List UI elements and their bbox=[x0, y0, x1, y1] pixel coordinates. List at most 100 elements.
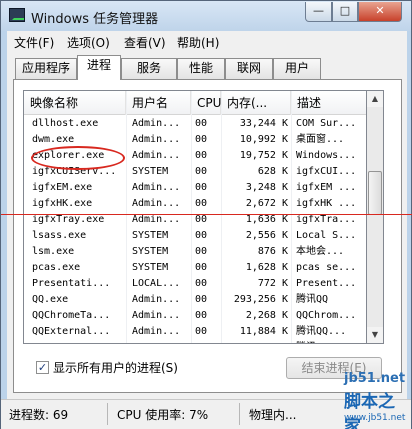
task-manager-icon bbox=[9, 8, 25, 22]
process-description: QQChrom... bbox=[296, 310, 357, 321]
process-name: lsm.exe bbox=[32, 246, 75, 257]
process-memory: 628 K bbox=[257, 166, 288, 177]
tab-processes[interactable]: 进程 bbox=[77, 55, 121, 80]
process-row[interactable]: QQ.exe Admin... 00 293,256 K 腾讯QQ bbox=[24, 292, 366, 308]
process-user: SYSTEM bbox=[132, 166, 169, 177]
process-description: 腾讯QQ... bbox=[296, 326, 347, 337]
annotation-line bbox=[1, 214, 412, 215]
process-user: Admin... bbox=[132, 182, 181, 193]
process-memory: 772 K bbox=[257, 278, 288, 289]
scroll-down-icon[interactable]: ▼ bbox=[367, 327, 383, 343]
menu-help[interactable]: 帮助(H) bbox=[177, 34, 219, 51]
status-separator bbox=[239, 403, 240, 425]
process-row[interactable]: lsass.exe SYSTEM 00 2,556 K Local S... bbox=[24, 228, 366, 244]
status-separator bbox=[107, 403, 108, 425]
process-user: Admin... bbox=[132, 134, 181, 145]
process-user: SYSTEM bbox=[132, 340, 192, 343]
process-row[interactable]: pcas.exe SYSTEM 00 1,628 K pcas se... bbox=[24, 260, 366, 276]
process-cpu: 00 bbox=[195, 150, 208, 161]
process-memory: 2,556 K bbox=[245, 230, 288, 241]
tab-services[interactable]: 服务 bbox=[121, 58, 177, 79]
process-memory: 9,088 K bbox=[220, 340, 288, 343]
process-user: Admin... bbox=[132, 118, 181, 129]
title-bar[interactable]: Windows 任务管理器 — □ ✕ bbox=[1, 1, 411, 31]
process-name: Presentati... bbox=[32, 278, 111, 289]
process-name: igfxHK.exe bbox=[32, 198, 93, 209]
column-header-memory[interactable]: 内存(... bbox=[221, 91, 291, 115]
menu-file[interactable]: 文件(F) bbox=[14, 34, 54, 51]
process-description: igfxHK ... bbox=[296, 198, 357, 209]
watermark-url: www.jb51.net bbox=[344, 413, 406, 423]
process-description: Local S... bbox=[296, 230, 357, 241]
process-description: COM Sur... bbox=[296, 118, 357, 129]
process-name: igfxEM.exe bbox=[32, 182, 93, 193]
process-user: Admin... bbox=[132, 150, 181, 161]
process-cpu: 00 bbox=[195, 262, 208, 273]
scroll-up-icon[interactable]: ▲ bbox=[367, 91, 383, 107]
maximize-button[interactable]: □ bbox=[332, 2, 358, 22]
process-description: igfxEM ... bbox=[296, 182, 357, 193]
process-memory: 19,752 K bbox=[239, 150, 288, 161]
process-row[interactable]: lsm.exe SYSTEM 00 876 K 本地会... bbox=[24, 244, 366, 260]
column-header-cpu[interactable]: CPU bbox=[191, 91, 221, 115]
process-name: QQ.exe bbox=[32, 294, 69, 305]
tab-performance[interactable]: 性能 bbox=[177, 58, 225, 79]
tab-networking[interactable]: 联网 bbox=[225, 58, 273, 79]
process-cpu: 00 bbox=[195, 230, 208, 241]
process-memory: 1,628 K bbox=[245, 262, 288, 273]
process-user: SYSTEM bbox=[132, 262, 169, 273]
menu-view[interactable]: 查看(V) bbox=[124, 34, 166, 51]
process-list[interactable]: 映像名称 用户名 CPU 内存(... 描述 dllhost.exe Admin.… bbox=[23, 90, 367, 344]
process-cpu: 00 bbox=[195, 310, 208, 321]
process-row[interactable]: QQPCRTP.exe SYSTEM00 9,088 K 腾讯... bbox=[24, 340, 366, 343]
scroll-thumb[interactable] bbox=[368, 171, 382, 215]
process-description: 本地会... bbox=[296, 246, 345, 257]
status-process-count: 进程数: 69 bbox=[9, 408, 69, 422]
vertical-scrollbar[interactable]: ▲ ▼ bbox=[367, 90, 384, 344]
process-user: Admin... bbox=[132, 294, 181, 305]
show-all-users-label[interactable]: 显示所有用户的进程(S) bbox=[53, 359, 178, 376]
process-user: LOCAL... bbox=[132, 278, 181, 289]
process-description: igfxCUI... bbox=[296, 166, 357, 177]
process-row[interactable]: Presentati... LOCAL... 00 772 K Present... bbox=[24, 276, 366, 292]
process-user: SYSTEM bbox=[132, 246, 169, 257]
process-description: 腾讯... bbox=[296, 340, 364, 343]
process-row[interactable]: igfxHK.exe Admin... 00 2,672 K igfxHK ... bbox=[24, 196, 366, 212]
process-description: Present... bbox=[296, 278, 357, 289]
menu-options[interactable]: 选项(O) bbox=[67, 34, 110, 51]
process-memory: 2,672 K bbox=[245, 198, 288, 209]
process-row[interactable]: QQExternal... Admin... 00 11,884 K 腾讯QQ... bbox=[24, 324, 366, 340]
process-user: Admin... bbox=[132, 326, 181, 337]
close-button[interactable]: ✕ bbox=[358, 2, 402, 22]
process-cpu: 00 bbox=[195, 326, 208, 337]
process-cpu: 00 bbox=[195, 278, 208, 289]
process-row[interactable]: igfxEM.exe Admin... 00 3,248 K igfxEM ... bbox=[24, 180, 366, 196]
column-header-description[interactable]: 描述 bbox=[291, 91, 366, 115]
process-cpu: 00 bbox=[195, 294, 208, 305]
tab-applications[interactable]: 应用程序 bbox=[15, 58, 77, 79]
process-name: QQPCRTP.exe bbox=[32, 340, 124, 343]
column-header-user-name[interactable]: 用户名 bbox=[126, 91, 191, 115]
process-user: SYSTEM bbox=[132, 230, 169, 241]
process-name: QQExternal... bbox=[32, 326, 111, 337]
tab-users[interactable]: 用户 bbox=[273, 58, 321, 79]
process-description: Windows... bbox=[296, 150, 357, 161]
menu-bar: 文件(F) 选项(O) 查看(V) 帮助(H) bbox=[7, 31, 407, 51]
process-row[interactable]: dllhost.exe Admin... 00 33,244 K COM Sur... bbox=[24, 116, 366, 132]
window-title: Windows 任务管理器 bbox=[31, 12, 159, 27]
process-user: Admin... bbox=[132, 310, 181, 321]
process-memory: 33,244 K bbox=[239, 118, 288, 129]
process-memory: 3,248 K bbox=[245, 182, 288, 193]
show-all-users-checkbox[interactable]: ✓ bbox=[36, 361, 49, 374]
process-row[interactable]: QQChromeTa... Admin... 00 2,268 K QQChrom... bbox=[24, 308, 366, 324]
minimize-button[interactable]: — bbox=[305, 2, 332, 22]
status-physical-memory: 物理内... bbox=[249, 408, 297, 422]
status-cpu-usage: CPU 使用率: 7% bbox=[117, 408, 209, 422]
process-cpu: 00 bbox=[195, 134, 208, 145]
column-header-image-name[interactable]: 映像名称 bbox=[24, 91, 126, 115]
process-name: dllhost.exe bbox=[32, 118, 99, 129]
process-cpu: 00 bbox=[195, 340, 215, 343]
process-name: lsass.exe bbox=[32, 230, 87, 241]
process-memory: 2,268 K bbox=[245, 310, 288, 321]
process-name: QQChromeTa... bbox=[32, 310, 111, 321]
